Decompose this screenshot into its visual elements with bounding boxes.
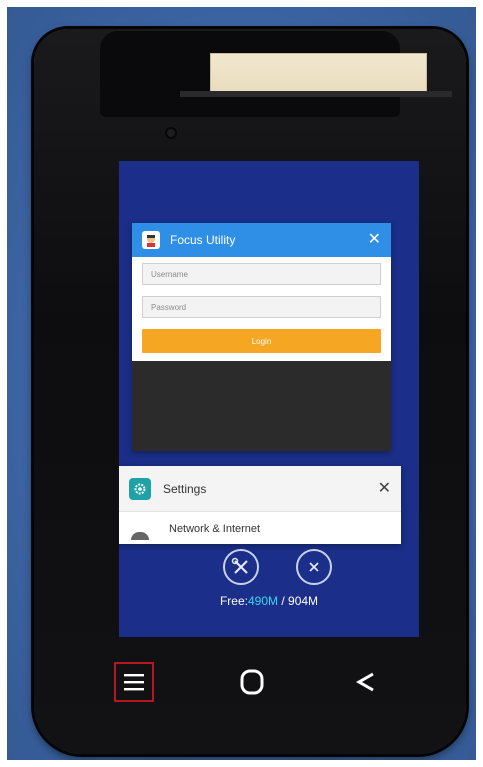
settings-header: Settings ✕ xyxy=(119,466,401,512)
focus-utility-login-form: Username Password Login xyxy=(132,257,391,361)
front-camera xyxy=(167,129,175,137)
focus-utility-app-icon xyxy=(142,231,160,249)
paper-slot xyxy=(180,91,452,97)
password-field[interactable]: Password xyxy=(142,296,381,318)
menu-icon xyxy=(124,674,144,691)
back-button[interactable] xyxy=(346,662,386,702)
settings-item-network: Network & Internet xyxy=(169,523,261,535)
navigation-bar xyxy=(34,654,466,714)
memory-total: 904M xyxy=(288,594,319,608)
login-label: Login xyxy=(251,336,272,346)
login-button[interactable]: Login xyxy=(142,329,381,353)
settings-title: Settings xyxy=(163,481,207,496)
menu-button[interactable] xyxy=(114,662,154,702)
focus-utility-header: Focus Utility ✕ xyxy=(132,223,391,257)
clear-all-button[interactable] xyxy=(296,549,332,585)
wifi-icon xyxy=(131,532,149,540)
memory-status: Free:490M / 904M xyxy=(119,594,419,608)
clean-memory-button[interactable] xyxy=(223,549,259,585)
memory-free: 490M xyxy=(247,594,278,608)
home-icon xyxy=(240,669,264,695)
memory-prefix: Free: xyxy=(219,594,248,608)
recent-card-focus-utility[interactable]: Focus Utility ✕ Username Password Login xyxy=(132,223,391,451)
wrench-screwdriver-icon xyxy=(231,557,248,574)
back-icon xyxy=(355,672,374,692)
device-photo: Focus Utility ✕ Username Password Login xyxy=(7,7,476,760)
username-placeholder: Username xyxy=(151,269,188,279)
recent-apps-screen: Focus Utility ✕ Username Password Login xyxy=(119,161,419,637)
home-button[interactable] xyxy=(232,662,272,702)
pos-terminal: Focus Utility ✕ Username Password Login xyxy=(34,29,466,754)
recent-card-settings[interactable]: Settings ✕ Network & Internet xyxy=(119,466,401,544)
memory-separator: / xyxy=(278,594,289,608)
recents-actions xyxy=(119,547,419,587)
close-icon[interactable]: ✕ xyxy=(368,232,381,248)
close-icon[interactable]: ✕ xyxy=(378,480,391,497)
printer-housing xyxy=(100,31,452,117)
close-circle-icon xyxy=(309,562,319,572)
username-field[interactable]: Username xyxy=(142,263,381,285)
password-placeholder: Password xyxy=(151,302,187,312)
gear-icon xyxy=(129,477,151,500)
focus-utility-title: Focus Utility xyxy=(170,233,236,247)
